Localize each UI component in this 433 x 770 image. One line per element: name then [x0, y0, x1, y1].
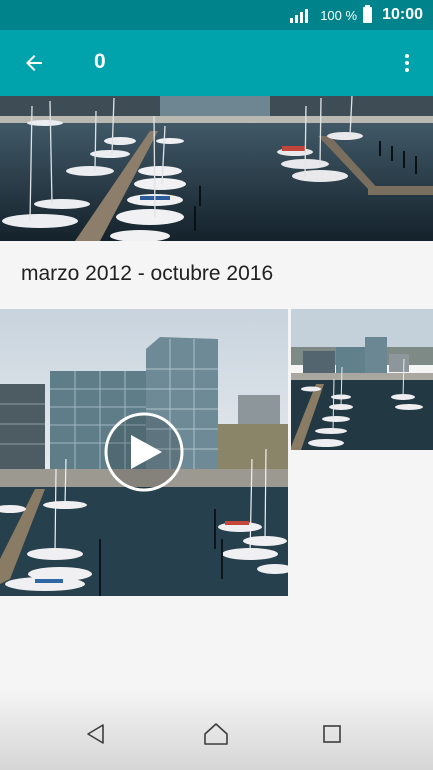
- back-arrow-icon: [26, 55, 42, 71]
- more-vert-icon: [405, 54, 409, 72]
- recents-icon: [323, 725, 341, 743]
- nav-home-button[interactable]: [194, 712, 238, 756]
- page-title: 0: [94, 50, 106, 73]
- status-right: 100 % 10:00: [290, 0, 423, 30]
- clock: 10:00: [382, 6, 423, 23]
- battery-icon: [363, 5, 373, 23]
- status-bar: 100 % 10:00: [0, 0, 433, 30]
- signal-icon: [290, 7, 309, 23]
- app-bar: 0: [0, 30, 433, 96]
- home-icon: [204, 723, 228, 745]
- back-triangle-icon: [87, 724, 104, 744]
- marina-photo-thumbnail[interactable]: [291, 309, 433, 450]
- battery-percent: 100 %: [320, 7, 358, 23]
- marina-video-thumbnail[interactable]: [0, 309, 288, 596]
- play-icon: [104, 412, 184, 492]
- navigation-bar: [0, 690, 433, 770]
- back-button[interactable]: [14, 43, 54, 83]
- more-options-button[interactable]: [389, 43, 425, 83]
- date-range-header: marzo 2012 - octubre 2016: [21, 262, 274, 285]
- nav-recents-button[interactable]: [310, 712, 354, 756]
- marina-hero-photo[interactable]: [0, 96, 433, 241]
- nav-back-button[interactable]: [74, 712, 118, 756]
